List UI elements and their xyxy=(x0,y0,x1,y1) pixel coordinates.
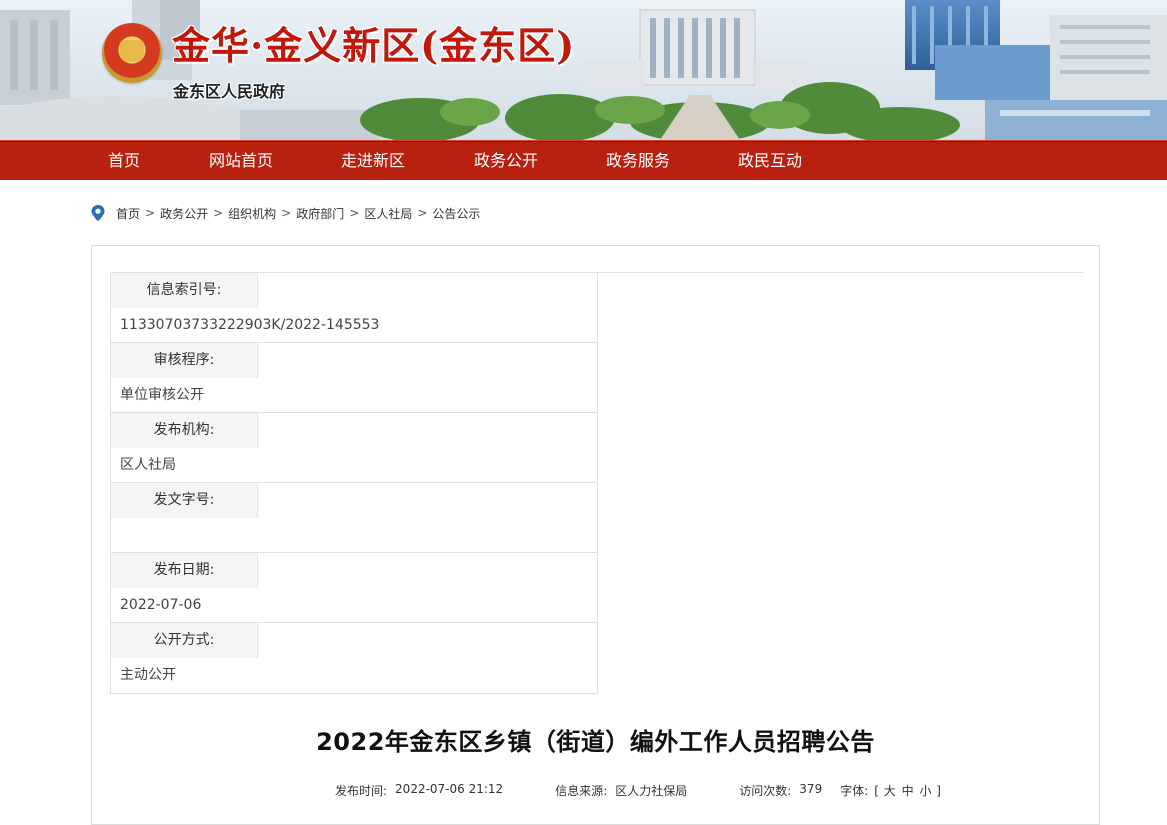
info-label: 信息索引号: xyxy=(111,273,258,308)
nav-item-home[interactable]: 首页 xyxy=(108,141,140,181)
info-value: 单位审核公开 xyxy=(120,387,204,403)
site-title: 金华·金义新区(金东区) xyxy=(172,23,576,68)
info-value xyxy=(111,518,597,553)
info-label: 发布机构: xyxy=(111,413,258,448)
main-nav: 首页 网站首页 走进新区 政务公开 政务服务 政民互动 xyxy=(0,140,1167,180)
breadcrumb-separator: > xyxy=(145,206,156,220)
breadcrumb-gov-departments[interactable]: 政府部门 xyxy=(296,205,344,222)
font-size-label: 字体: xyxy=(840,784,869,798)
location-pin-icon xyxy=(91,205,105,221)
font-size-switcher: [ 大 中 小 ] xyxy=(874,782,941,799)
info-row-publisher: 发布机构: 区人社局 xyxy=(111,413,597,483)
breadcrumb-organizations[interactable]: 组织机构 xyxy=(228,205,276,222)
info-value: 11330703733222903K/2022-145553 xyxy=(120,317,380,333)
visit-count: 379 xyxy=(799,782,823,796)
font-bracket-open: [ xyxy=(874,784,879,798)
info-value: 主动公开 xyxy=(120,667,176,683)
publish-time: 2022-07-06 21:12 xyxy=(395,782,504,796)
site-subtitle: 金东区人民政府 xyxy=(173,82,286,101)
font-size-medium-link[interactable]: 中 xyxy=(901,784,915,798)
breadcrumb-hr-bureau[interactable]: 区人社局 xyxy=(364,205,412,222)
info-row-index: 信息索引号: 11330703733222903K/2022-145553 xyxy=(111,273,597,343)
font-bracket-close: ] xyxy=(936,784,941,798)
header-banner: 金华·金义新区(金东区) 金东区人民政府 xyxy=(0,0,1167,140)
breadcrumb-announcements[interactable]: 公告公示 xyxy=(432,205,480,222)
info-label: 公开方式: xyxy=(111,623,258,658)
info-row-disclosure: 公开方式: 主动公开 xyxy=(111,623,597,693)
nav-item-gov-affairs[interactable]: 政务公开 xyxy=(474,141,538,181)
content-panel: 信息索引号: 11330703733222903K/2022-145553 审核… xyxy=(91,245,1100,825)
breadcrumb-separator: > xyxy=(213,206,224,220)
breadcrumb-separator: > xyxy=(417,206,428,220)
national-emblem-icon xyxy=(102,23,162,83)
divider xyxy=(598,272,1083,273)
breadcrumb-gov-affairs[interactable]: 政务公开 xyxy=(160,205,208,222)
info-label: 发布日期: xyxy=(111,553,258,588)
info-value: 2022-07-06 xyxy=(120,597,202,613)
info-row-date: 发布日期: 2022-07-06 xyxy=(111,553,597,623)
visits-label: 访问次数: xyxy=(739,784,792,798)
breadcrumb-home[interactable]: 首页 xyxy=(116,205,140,222)
info-value: 区人社局 xyxy=(120,457,176,473)
info-row-review: 审核程序: 单位审核公开 xyxy=(111,343,597,413)
breadcrumb: 首页 > 政务公开 > 组织机构 > 政府部门 > 区人社局 > 公告公示 xyxy=(90,203,480,223)
font-size-large-link[interactable]: 大 xyxy=(883,784,897,798)
article-meta: 发布时间: 2022-07-06 21:12 信息来源: 区人力社保局 访问次数… xyxy=(335,782,941,799)
nav-item-gov-services[interactable]: 政务服务 xyxy=(606,141,670,181)
nav-item-site-home[interactable]: 网站首页 xyxy=(209,141,273,181)
nav-item-interaction[interactable]: 政民互动 xyxy=(738,141,802,181)
info-label: 审核程序: xyxy=(111,343,258,378)
article-title: 2022年金东区乡镇（街道）编外工作人员招聘公告 xyxy=(316,728,875,756)
breadcrumb-separator: > xyxy=(349,206,360,220)
nav-item-about[interactable]: 走进新区 xyxy=(341,141,405,181)
publish-time-label: 发布时间: xyxy=(335,784,388,798)
breadcrumb-separator: > xyxy=(281,206,292,220)
info-table: 信息索引号: 11330703733222903K/2022-145553 审核… xyxy=(110,272,598,694)
source-label: 信息来源: xyxy=(555,784,608,798)
info-label: 发文字号: xyxy=(111,483,258,518)
info-row-doc-number: 发文字号: xyxy=(111,483,597,553)
source: 区人力社保局 xyxy=(615,784,688,798)
font-size-small-link[interactable]: 小 xyxy=(918,784,932,798)
